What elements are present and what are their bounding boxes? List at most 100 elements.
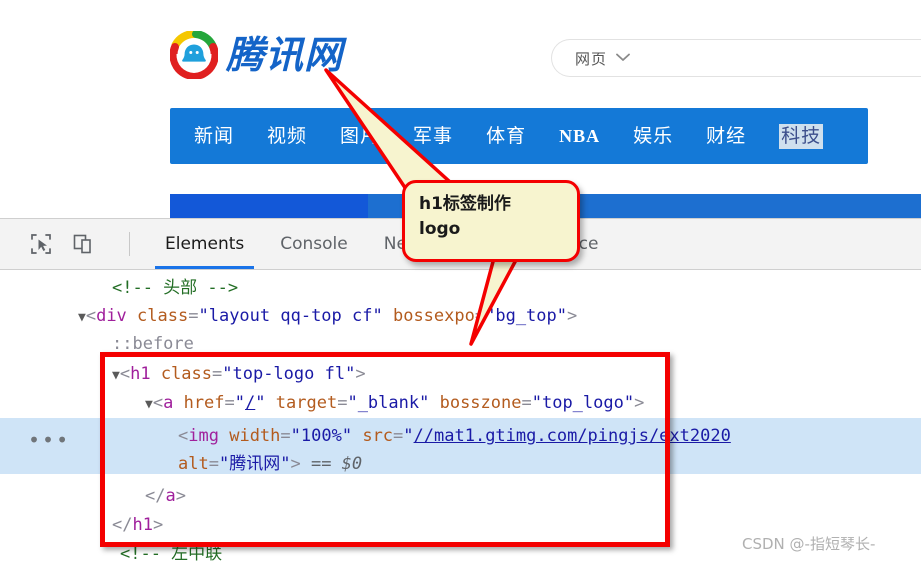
code-token: h1 <box>132 515 153 535</box>
code-token: < <box>178 426 189 446</box>
nav-item[interactable]: 视频 <box>267 126 307 146</box>
code-token: = <box>208 454 219 474</box>
node-ellipsis-badge[interactable]: ••• <box>28 430 70 450</box>
code-token: = <box>280 426 291 446</box>
device-toolbar-icon[interactable] <box>70 231 96 257</box>
code-token: class <box>137 306 189 326</box>
code-token: href <box>183 393 225 413</box>
code-token: = <box>224 393 235 413</box>
nav-item[interactable]: 图片 <box>340 126 380 146</box>
devtools-tab[interactable]: Elements <box>147 219 262 269</box>
code-token: = <box>521 393 532 413</box>
code-token: ::before <box>112 334 194 354</box>
code-token: a <box>163 393 174 413</box>
code-token: ▼ <box>145 397 153 412</box>
devtools-panel: ElementsConsoleNetworkPerformance ••• <!… <box>0 218 921 565</box>
code-token: "100%" <box>290 426 353 446</box>
code-token: == $0 <box>310 454 363 474</box>
annotation-callout-text: h1标签制作 logo <box>419 194 511 239</box>
code-token: a <box>165 486 176 506</box>
code-token: " <box>234 393 246 413</box>
screenshot-root: 腾讯网 网页 新闻 视频 图片 军事 体育 NBA 娱乐 财经 科技 Eleme… <box>0 0 921 565</box>
chevron-down-icon[interactable] <box>616 52 630 64</box>
code-line[interactable]: <img width="100%" src="//mat1.gtimg.com/… <box>178 422 731 450</box>
nav-item[interactable]: 娱乐 <box>633 126 673 146</box>
nav-item[interactable]: NBA <box>559 127 600 145</box>
site-navigation-bar: 新闻 视频 图片 军事 体育 NBA 娱乐 财经 科技 <box>170 108 868 164</box>
code-token: > <box>290 454 301 474</box>
code-token: "top-logo fl" <box>222 364 356 384</box>
inspect-element-icon[interactable] <box>28 231 54 257</box>
code-token: "腾讯网" <box>218 454 291 474</box>
code-line[interactable]: ▼<h1 class="top-logo fl"> <box>112 360 366 388</box>
code-token: h1 <box>130 364 151 384</box>
site-brand-name: 腾讯网 <box>226 33 344 77</box>
code-line[interactable]: ▼<div class="layout qq-top cf" bossexpo=… <box>78 302 577 330</box>
code-line[interactable]: </a> <box>145 482 186 510</box>
code-line[interactable]: ▼<a href="/" target="_blank" bosszone="t… <box>145 389 644 417</box>
watermark: CSDN @-指短琴长- <box>742 535 876 553</box>
nav-item[interactable]: 财经 <box>706 126 746 146</box>
code-token: alt <box>178 454 209 474</box>
devtools-tab[interactable]: Console <box>262 219 366 269</box>
toolbar-divider <box>129 232 130 256</box>
code-token: width <box>229 426 281 446</box>
code-token: <!-- 左中联 <box>120 544 223 564</box>
code-token: = <box>188 306 199 326</box>
code-token: < <box>152 393 164 413</box>
code-token: bossexpo <box>392 306 475 326</box>
nav-item[interactable]: 体育 <box>486 126 526 146</box>
code-token: > <box>152 515 164 535</box>
code-line[interactable]: alt="腾讯网"> == $0 <box>178 450 362 478</box>
code-token: ▼ <box>112 368 120 383</box>
nav-item[interactable]: 科技 <box>779 123 824 149</box>
code-token: " <box>255 393 266 413</box>
code-token: < <box>85 306 97 326</box>
annotation-callout: h1标签制作 logo <box>402 180 580 262</box>
code-token: div <box>96 306 127 326</box>
code-line[interactable]: <!-- 左中联 <box>120 540 222 565</box>
code-token: img <box>188 426 219 446</box>
elements-tree[interactable]: ••• <!-- 头部 --> ▼<div class="layout qq-to… <box>0 270 921 565</box>
search-category-label: 网页 <box>575 49 608 68</box>
code-token: > <box>567 306 578 326</box>
nav-item-list: 新闻 视频 图片 军事 体育 NBA 娱乐 财经 科技 <box>170 108 868 164</box>
code-token: > <box>175 486 186 506</box>
blue-strip-segment-left <box>170 194 368 218</box>
code-line[interactable]: </h1> <box>112 511 163 539</box>
site-brand[interactable]: 腾讯网 <box>170 22 343 88</box>
code-token: = <box>393 426 404 446</box>
code-token: <!-- 头部 --> <box>112 278 239 298</box>
code-token: bosszone <box>439 393 522 413</box>
code-token: class <box>160 364 212 384</box>
code-token: = <box>474 306 486 326</box>
code-token: </ <box>145 486 166 506</box>
code-token: </ <box>112 515 133 535</box>
code-token: = <box>212 364 223 384</box>
code-token: "layout qq-top cf" <box>198 306 383 326</box>
code-line[interactable]: ::before <box>112 330 194 358</box>
code-token: "bg_top" <box>485 306 567 326</box>
code-token: > <box>355 364 366 384</box>
code-token: src <box>362 426 394 446</box>
code-token: = <box>337 393 348 413</box>
code-token: > <box>634 393 645 413</box>
code-token: / <box>245 393 256 413</box>
code-token: "top_logo" <box>531 393 635 413</box>
code-line[interactable]: <!-- 头部 --> <box>112 274 238 302</box>
tencent-qq-penguin-icon <box>170 31 218 79</box>
search-input[interactable]: 网页 <box>551 39 921 77</box>
nav-item[interactable]: 新闻 <box>194 126 234 146</box>
code-token: //mat1.gtimg.com/pingjs/ext2020 <box>413 426 731 446</box>
code-token: target <box>275 393 338 413</box>
nav-item[interactable]: 军事 <box>413 126 453 146</box>
